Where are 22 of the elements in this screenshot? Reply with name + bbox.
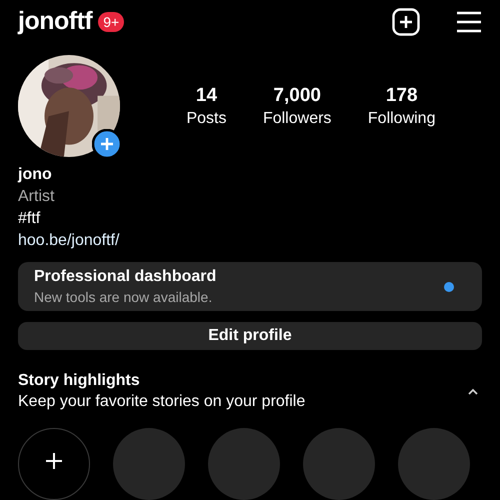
add-icon[interactable] (392, 8, 420, 36)
stat-count[interactable]: 14 (196, 84, 218, 107)
highlights-title: Story highlights (18, 372, 141, 390)
bio-text: #ftf (18, 209, 42, 228)
menu-icon[interactable] (456, 10, 482, 33)
stat-label[interactable]: Posts (186, 110, 226, 128)
plus-icon (44, 451, 64, 471)
stat-count[interactable]: 178 (386, 84, 418, 107)
edit-profile-button[interactable]: Edit profile (18, 322, 482, 350)
add-story-icon[interactable] (92, 129, 122, 160)
notification-badge: 9+ (98, 12, 124, 32)
username[interactable]: jonoftf (18, 7, 92, 36)
display-name: jono (18, 165, 53, 184)
dashboard-subtitle: New tools are now available. (34, 289, 214, 306)
dashboard-title: Professional dashboard (34, 268, 218, 286)
stat-count[interactable]: 7,000 (273, 84, 321, 107)
highlights-subtitle: Keep your favorite stories on your profile (18, 393, 306, 411)
dashboard-card[interactable]: Professional dashboard New tools are now available. (18, 262, 482, 311)
profile-link[interactable]: hoo.be/jonoftf/ (18, 231, 120, 250)
stat-label[interactable]: Following (368, 110, 436, 128)
category-label: Artist (18, 187, 56, 206)
stat-label[interactable]: Followers (262, 110, 332, 128)
